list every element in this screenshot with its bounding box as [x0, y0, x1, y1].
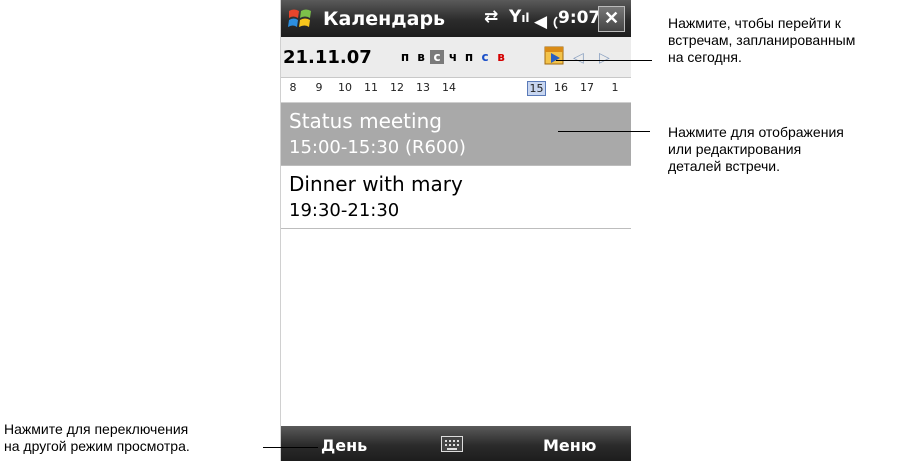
current-date: 21.11.07	[283, 47, 372, 68]
appointment-title: Dinner with mary	[289, 172, 463, 196]
callout-text: на сегодня.	[668, 49, 742, 65]
pocketpc-screen: Календарь ⇄ Yıl ◀﹙ 9:07 ✕ 21.11.07 п в с…	[280, 0, 631, 461]
weekday-wed[interactable]: с	[430, 50, 444, 64]
close-button[interactable]: ✕	[598, 6, 625, 32]
today-callout-line	[556, 60, 652, 61]
sync-arrows-icon[interactable]: ⇄	[484, 7, 498, 27]
weekday-mon[interactable]: п	[398, 50, 412, 64]
keyboard-icon[interactable]	[441, 436, 463, 452]
clock-time[interactable]: 9:07	[558, 8, 600, 28]
appointment-item[interactable]: Status meeting 15:00-15:30 (R600)	[281, 103, 631, 166]
hour-label[interactable]: 12	[385, 81, 409, 94]
hour-label[interactable]: 13	[411, 81, 435, 94]
hour-label[interactable]: 17	[575, 81, 599, 94]
hour-label[interactable]: 10	[333, 81, 357, 94]
callout-text: на другой режим просмотра.	[4, 438, 190, 454]
today-callout: Нажмите, чтобы перейти к встречам, запла…	[668, 15, 855, 66]
prev-day-arrow-icon[interactable]: ◁	[573, 49, 584, 66]
callout-text: деталей встречи.	[668, 158, 780, 174]
next-day-arrow-icon[interactable]: ▷	[599, 49, 610, 66]
weekday-tue[interactable]: в	[414, 50, 428, 64]
hour-label[interactable]: 11	[359, 81, 383, 94]
weekday-sat[interactable]: с	[478, 50, 492, 64]
appointment-callout-line	[558, 131, 650, 132]
windows-start-icon[interactable]	[287, 6, 313, 32]
view-callout-line	[263, 447, 318, 448]
hour-label[interactable]: 9	[307, 81, 331, 94]
callout-text: встречам, запланированным	[668, 32, 856, 48]
hour-label[interactable]: 16	[549, 81, 573, 94]
appointment-title: Status meeting	[289, 109, 442, 133]
appointment-details: 15:00-15:30 (R600)	[289, 137, 466, 158]
callout-text: Нажмите для отображения	[668, 124, 844, 140]
weekday-sun[interactable]: в	[494, 50, 508, 64]
date-bar: 21.11.07 п в с ч п с в ◁ ▷	[281, 37, 631, 78]
hour-label[interactable]: 8	[281, 81, 305, 94]
softkey-bar: День Меню	[281, 426, 631, 461]
hour-label[interactable]: 1	[603, 81, 627, 94]
weekday-fri[interactable]: п	[462, 50, 476, 64]
view-callout: Нажмите для переключения на другой режим…	[4, 421, 190, 455]
weekday-thu[interactable]: ч	[446, 50, 460, 64]
callout-text: Нажмите, чтобы перейти к	[668, 15, 841, 31]
appointment-details: 19:30-21:30	[289, 200, 400, 221]
callout-text: или редактирования	[668, 141, 802, 157]
go-to-today-icon[interactable]	[543, 43, 567, 67]
app-title: Календарь	[323, 8, 446, 30]
hour-label[interactable]: 14	[437, 81, 461, 94]
appointment-callout: Нажмите для отображения или редактирован…	[668, 124, 844, 175]
current-hour-label[interactable]: 15	[527, 81, 546, 96]
title-bar: Календарь ⇄ Yıl ◀﹙ 9:07 ✕	[281, 0, 631, 37]
signal-icon[interactable]: Yıl	[509, 7, 530, 27]
hour-strip[interactable]: 8 9 10 11 12 13 14 15 16 17 1	[281, 78, 631, 103]
appointment-item[interactable]: Dinner with mary 19:30-21:30	[281, 166, 631, 229]
callout-text: Нажмите для переключения	[4, 421, 189, 437]
softkey-menu[interactable]: Меню	[543, 436, 596, 455]
softkey-view-day[interactable]: День	[321, 436, 367, 455]
